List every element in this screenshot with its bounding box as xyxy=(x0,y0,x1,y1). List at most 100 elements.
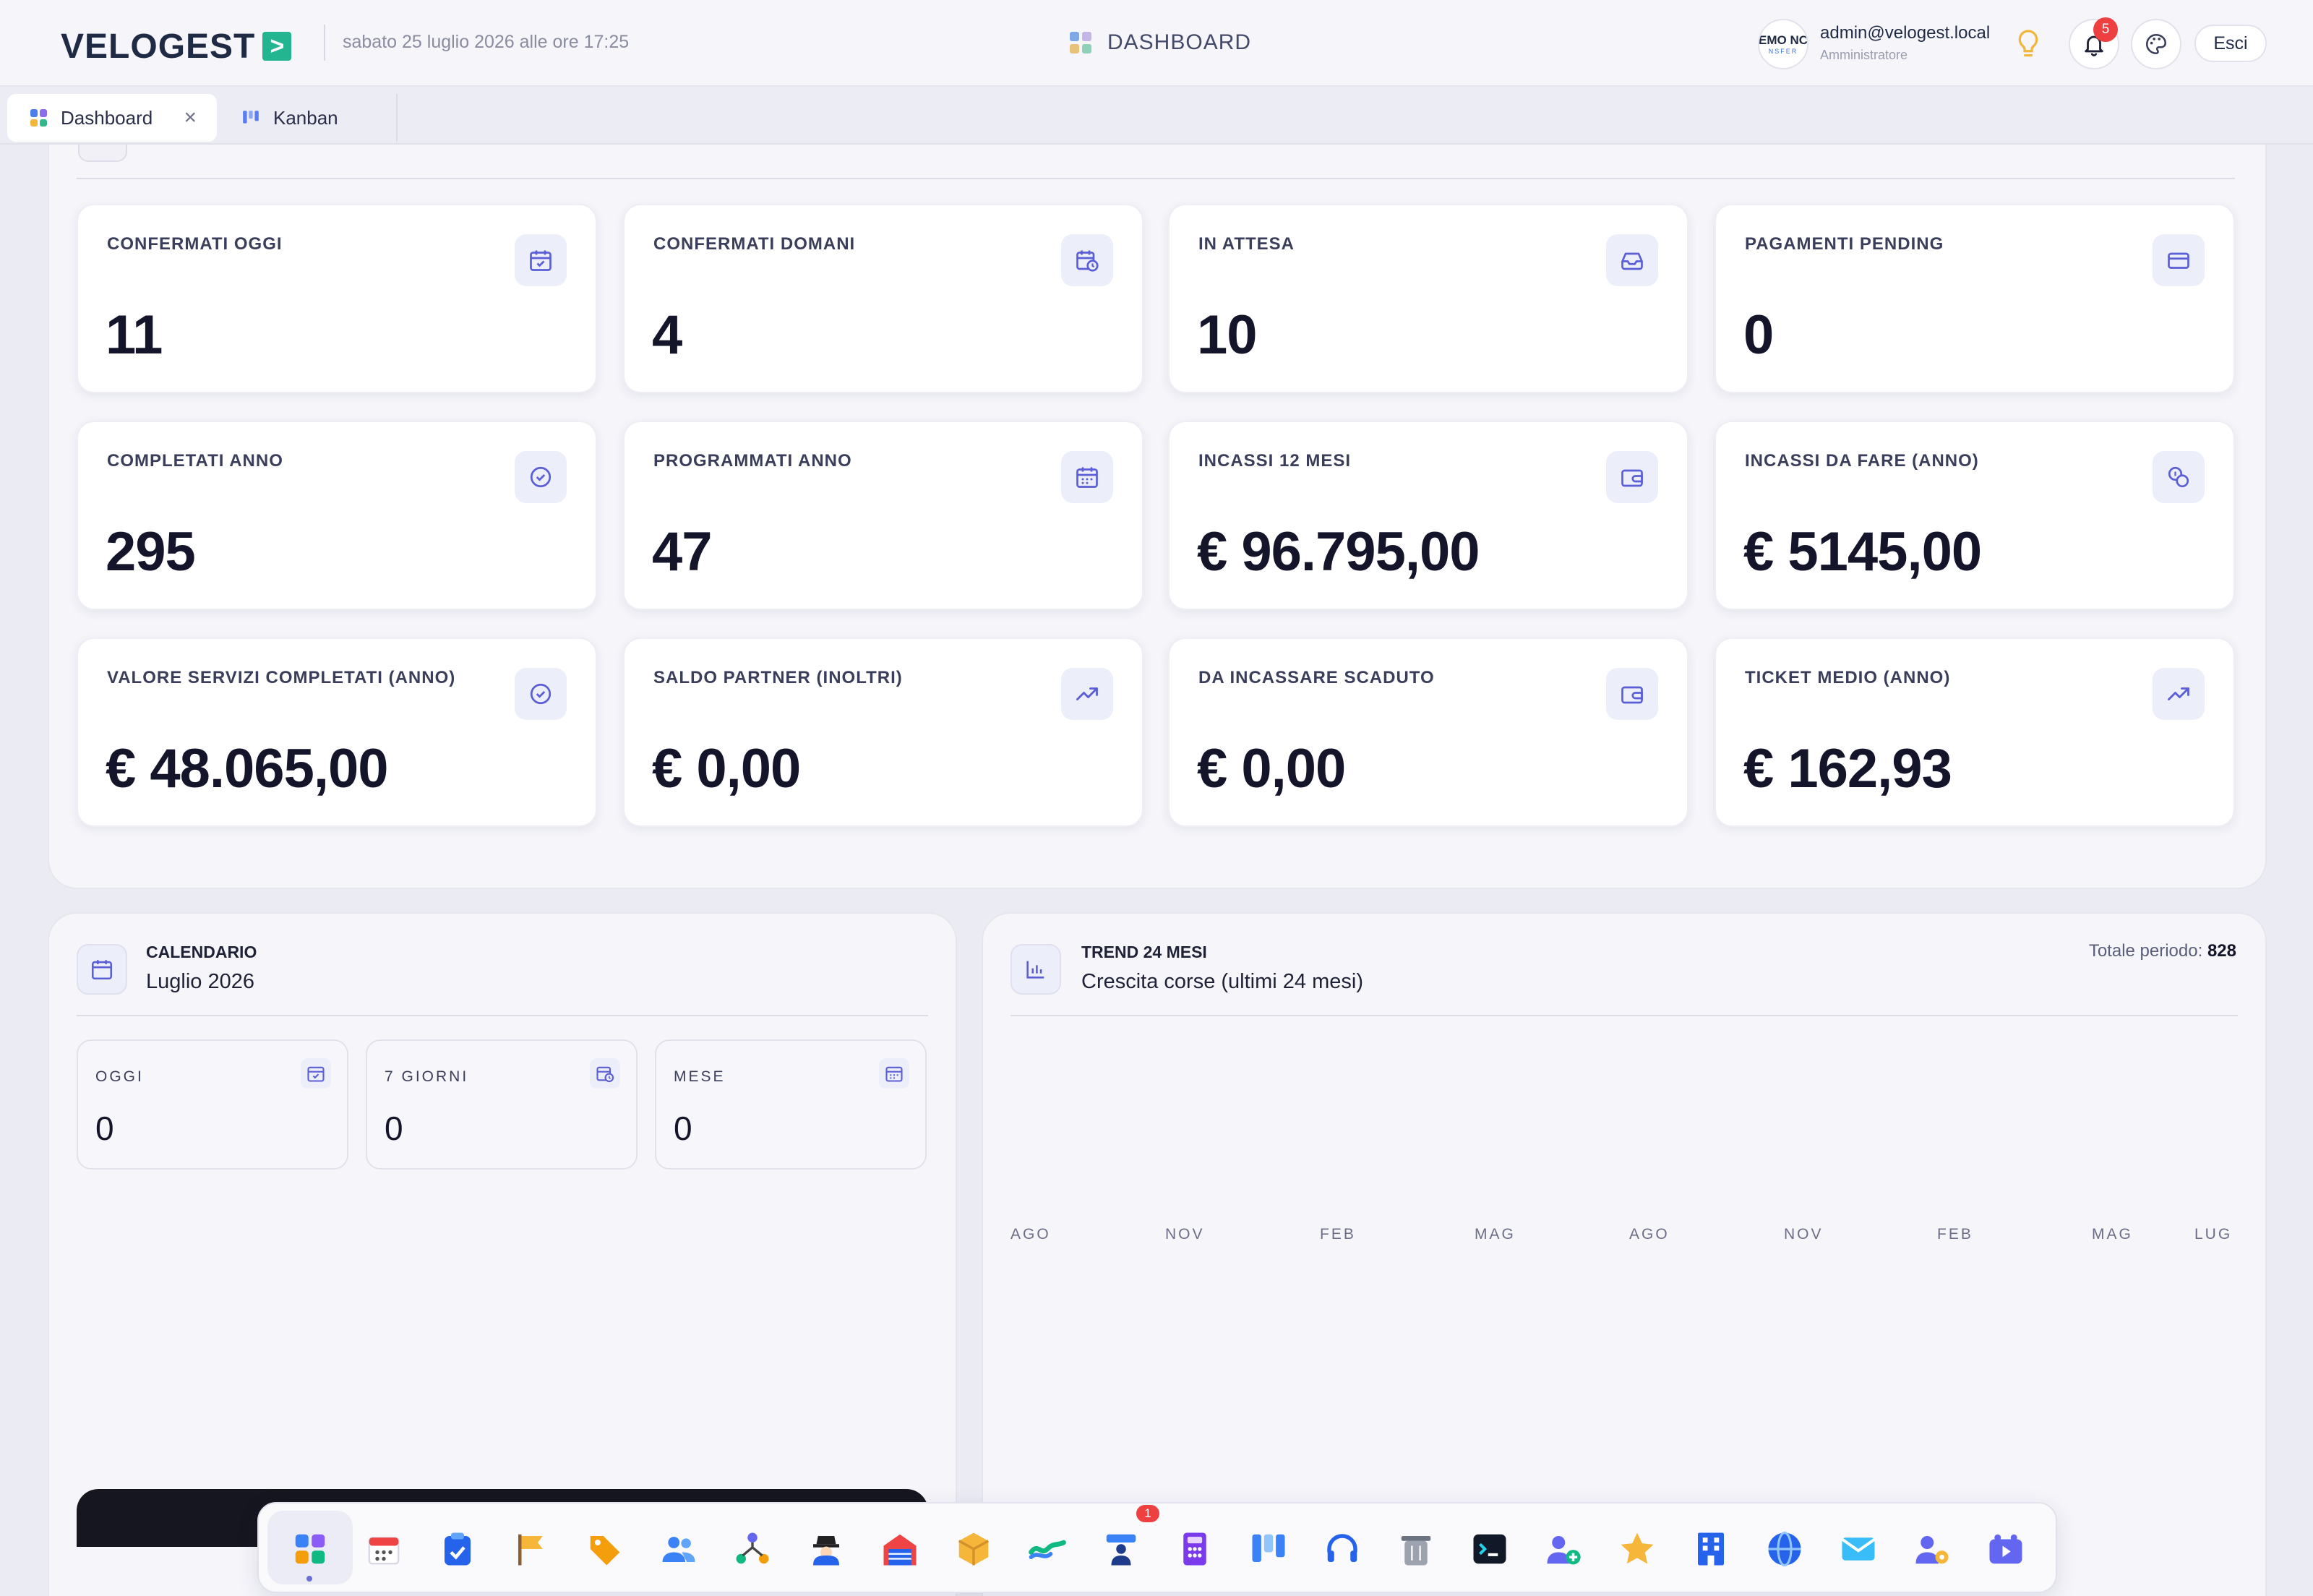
kpi-label: INCASSI DA FARE (ANNO) xyxy=(1745,451,1979,471)
kpi-card[interactable]: IN ATTESA 10 xyxy=(1168,204,1688,393)
calendar-icon xyxy=(368,1537,400,1565)
page-title: DASHBOARD xyxy=(1107,30,1252,54)
dock-terminal-button[interactable] xyxy=(1469,1528,1511,1570)
tab-label: Dashboard xyxy=(61,106,153,129)
star-icon xyxy=(1621,1532,1654,1564)
clipboard-icon xyxy=(445,1532,471,1566)
calendar-title: Luglio 2026 xyxy=(146,970,254,993)
calendar-icon xyxy=(879,1058,909,1089)
kpi-value: 11 xyxy=(106,304,163,366)
coins-icon xyxy=(2153,451,2205,503)
mail-icon xyxy=(1841,1537,1876,1561)
dock-route-button[interactable] xyxy=(1026,1528,1068,1570)
dock-kanban-button[interactable] xyxy=(1248,1528,1289,1570)
x-axis-tick-label: FEB xyxy=(1320,1226,1356,1243)
tab-dashboard[interactable]: Dashboard × xyxy=(7,94,217,142)
dock-agent-button[interactable] xyxy=(805,1528,847,1570)
wallet-icon xyxy=(1606,668,1658,720)
dock-calendar-button[interactable] xyxy=(363,1528,405,1570)
tab-label: Kanban xyxy=(273,106,338,129)
logo-text: VELOGEST xyxy=(61,27,256,66)
dock-calculator-button[interactable] xyxy=(1174,1528,1216,1570)
dock-driver-button[interactable] xyxy=(1100,1528,1142,1570)
dock-badge: 1 xyxy=(1136,1505,1159,1522)
kpi-card[interactable]: INCASSI 12 MESI € 96.795,00 xyxy=(1168,421,1688,610)
kpi-label: CONFERMATI DOMANI xyxy=(653,234,856,254)
driver-icon xyxy=(1106,1534,1136,1566)
calendar-panel-icon xyxy=(77,944,127,995)
dock-tag-button[interactable] xyxy=(584,1528,626,1570)
add-user-icon xyxy=(1547,1536,1581,1565)
dashboard-icon xyxy=(295,1534,325,1564)
kpi-card[interactable]: DA INCASSARE SCADUTO € 0,00 xyxy=(1168,638,1688,827)
logout-button[interactable]: Esci xyxy=(2194,25,2267,62)
kpi-value: 4 xyxy=(652,304,682,366)
dock-users-button[interactable] xyxy=(658,1528,700,1570)
kanban-icon xyxy=(1252,1534,1285,1562)
stat-value: 0 xyxy=(95,1110,114,1147)
dock-building-button[interactable] xyxy=(1690,1528,1732,1570)
avatar[interactable]: EMO NC NSFER xyxy=(1758,19,1808,69)
dock-package-button[interactable] xyxy=(953,1528,995,1570)
dock-headset-button[interactable] xyxy=(1321,1528,1363,1570)
stat-label: 7 GIORNI xyxy=(385,1068,469,1085)
kpi-label: CONFERMATI OGGI xyxy=(107,234,283,254)
dock-user-settings-button[interactable] xyxy=(1911,1528,1953,1570)
logo-badge: > xyxy=(262,32,292,61)
kpi-card[interactable]: SALDO PARTNER (INOLTRI) € 0,00 xyxy=(623,638,1143,827)
dock-garage-button[interactable] xyxy=(879,1528,921,1570)
agent-icon xyxy=(813,1536,839,1566)
dock-add-user-button[interactable] xyxy=(1542,1528,1584,1570)
dock-video-button[interactable] xyxy=(1985,1528,2027,1570)
calendar-icon xyxy=(1061,451,1113,503)
kpi-card[interactable]: CONFERMATI DOMANI 4 xyxy=(623,204,1143,393)
kpi-card[interactable]: COMPLETATI ANNO 295 xyxy=(77,421,597,610)
stat-card-today[interactable]: OGGI 0 xyxy=(77,1039,348,1170)
kpi-value: 10 xyxy=(1197,304,1258,366)
divider xyxy=(1010,1015,2238,1016)
kpi-label: INCASSI 12 MESI xyxy=(1198,451,1352,471)
dock-dashboard-button[interactable] xyxy=(289,1528,331,1570)
building-icon xyxy=(1698,1532,1724,1566)
x-axis-tick-label: LUG xyxy=(2194,1226,2233,1243)
trend-total-label: Totale periodo: xyxy=(2088,941,2203,961)
calendar-check-icon xyxy=(301,1058,331,1089)
check-circle-icon xyxy=(515,668,567,720)
lightbulb-icon[interactable] xyxy=(2015,29,2041,61)
x-axis-tick-label: AGO xyxy=(1629,1226,1670,1243)
kpi-card[interactable]: PROGRAMMATI ANNO 47 xyxy=(623,421,1143,610)
dock-clipboard-button[interactable] xyxy=(437,1528,479,1570)
app-logo[interactable]: VELOGEST > xyxy=(61,26,292,66)
trend-total-value: 828 xyxy=(2207,941,2236,961)
calendar-clock-icon xyxy=(590,1058,620,1089)
kpi-value: € 0,00 xyxy=(1197,738,1346,799)
stat-card-7-days[interactable]: 7 GIORNI 0 xyxy=(366,1039,638,1170)
x-axis-tick-label: NOV xyxy=(1165,1226,1205,1243)
kpi-card[interactable]: VALORE SERVIZI COMPLETATI (ANNO) € 48.065… xyxy=(77,638,597,827)
trend-panel-icon xyxy=(1010,944,1061,995)
dock-globe-button[interactable] xyxy=(1764,1528,1806,1570)
kpi-value: 0 xyxy=(1743,304,1774,366)
close-icon[interactable]: × xyxy=(184,106,197,130)
stat-label: MESE xyxy=(674,1068,726,1085)
calendar-overline: CALENDARIO xyxy=(146,943,257,961)
tab-kanban[interactable]: Kanban xyxy=(217,94,398,142)
dock-flag-button[interactable] xyxy=(510,1528,552,1570)
kpi-card[interactable]: CONFERMATI OGGI 11 xyxy=(77,204,597,393)
theme-button[interactable] xyxy=(2131,19,2181,69)
dock-trash-button[interactable] xyxy=(1395,1528,1437,1570)
kpi-label: PROGRAMMATI ANNO xyxy=(653,451,852,471)
kpi-value: 47 xyxy=(652,521,713,583)
kpi-card[interactable]: PAGAMENTI PENDING 0 xyxy=(1715,204,2235,393)
kpi-label: VALORE SERVIZI COMPLETATI (ANNO) xyxy=(107,668,456,687)
page-heading: DASHBOARD xyxy=(1070,30,1251,55)
kpi-card[interactable]: INCASSI DA FARE (ANNO) € 5145,00 xyxy=(1715,421,2235,610)
x-axis-tick-label: AGO xyxy=(1010,1226,1051,1243)
dock-mail-button[interactable] xyxy=(1837,1528,1879,1570)
stat-card-month[interactable]: MESE 0 xyxy=(655,1039,927,1170)
dock-network-button[interactable] xyxy=(731,1528,773,1570)
kpi-card[interactable]: TICKET MEDIO (ANNO) € 162,93 xyxy=(1715,638,2235,827)
dock-star-button[interactable] xyxy=(1616,1528,1658,1570)
collapse-handle[interactable] xyxy=(78,145,127,162)
avatar-text: EMO NC xyxy=(1759,33,1808,47)
